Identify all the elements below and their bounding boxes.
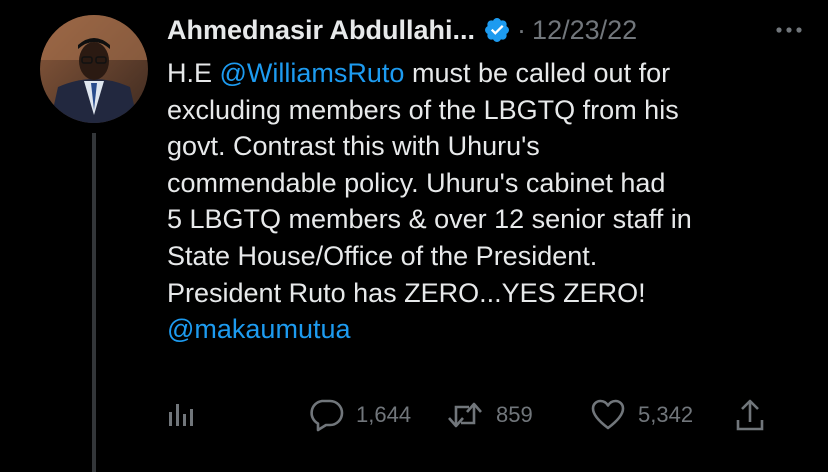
retweet-count: 859 xyxy=(496,402,533,427)
reply-icon xyxy=(308,398,344,432)
mention-link-makaumutua[interactable]: @makaumutua xyxy=(167,314,351,344)
reply-count: 1,644 xyxy=(356,402,412,427)
mention-link-williamsruto[interactable]: @WilliamsRuto xyxy=(220,58,405,88)
verified-badge-icon xyxy=(483,16,511,44)
analytics-icon xyxy=(166,400,196,430)
tweet-header: Ahmednasir Abdullahi... · 12/23/22 xyxy=(167,12,807,48)
tweet-text-segment: H.E xyxy=(167,58,220,88)
tweet-text-segment: President Ruto has ZERO...YES ZERO! xyxy=(167,277,646,308)
tweet-text-segment: govt. Contrast this with Uhuru's xyxy=(167,131,540,162)
like-count: 5,342 xyxy=(638,402,694,427)
heart-icon xyxy=(590,398,626,432)
tweet-text: H.E @WilliamsRuto must be called out for… xyxy=(167,55,807,348)
tweet-text-segment: commendable policy. Uhuru's cabinet had xyxy=(167,167,666,198)
tweet-line: H.E @WilliamsRuto must be called out for xyxy=(167,55,807,92)
tweet-line: govt. Contrast this with Uhuru's xyxy=(167,128,807,165)
retweet-icon xyxy=(446,398,484,432)
more-options-icon[interactable] xyxy=(771,18,807,42)
like-button[interactable]: 5,342 xyxy=(590,395,693,435)
share-icon xyxy=(734,398,766,432)
share-button[interactable] xyxy=(734,395,766,435)
reply-button[interactable]: 1,644 xyxy=(308,395,411,435)
tweet-line: State House/Office of the President. xyxy=(167,238,807,275)
tweet-line: excluding members of the LBGTQ from his xyxy=(167,92,807,129)
tweet-line: 5 LBGTQ members & over 12 senior staff i… xyxy=(167,201,807,238)
tweet-text-segment: 5 LBGTQ members & over 12 senior staff i… xyxy=(167,204,692,235)
avatar[interactable] xyxy=(40,15,148,123)
header-separator: · xyxy=(517,14,527,45)
tweet-line: commendable policy. Uhuru's cabinet had xyxy=(167,165,807,202)
analytics-button[interactable] xyxy=(166,395,196,435)
retweet-button[interactable]: 859 xyxy=(446,395,533,435)
tweet-actions-bar: 1,644 859 5,342 xyxy=(0,395,828,435)
tweet-timestamp[interactable]: 12/23/22 xyxy=(532,15,637,46)
tweet-text-segment: State House/Office of the President. xyxy=(167,240,598,271)
tweet-text-segment: must be called out for xyxy=(404,58,671,88)
author-name[interactable]: Ahmednasir Abdullahi... xyxy=(167,15,475,46)
tweet-line: President Ruto has ZERO...YES ZERO! xyxy=(167,275,807,312)
tweet-text-segment: excluding members of the LBGTQ from his xyxy=(167,94,679,125)
tweet-line: @makaumutua xyxy=(167,311,807,348)
